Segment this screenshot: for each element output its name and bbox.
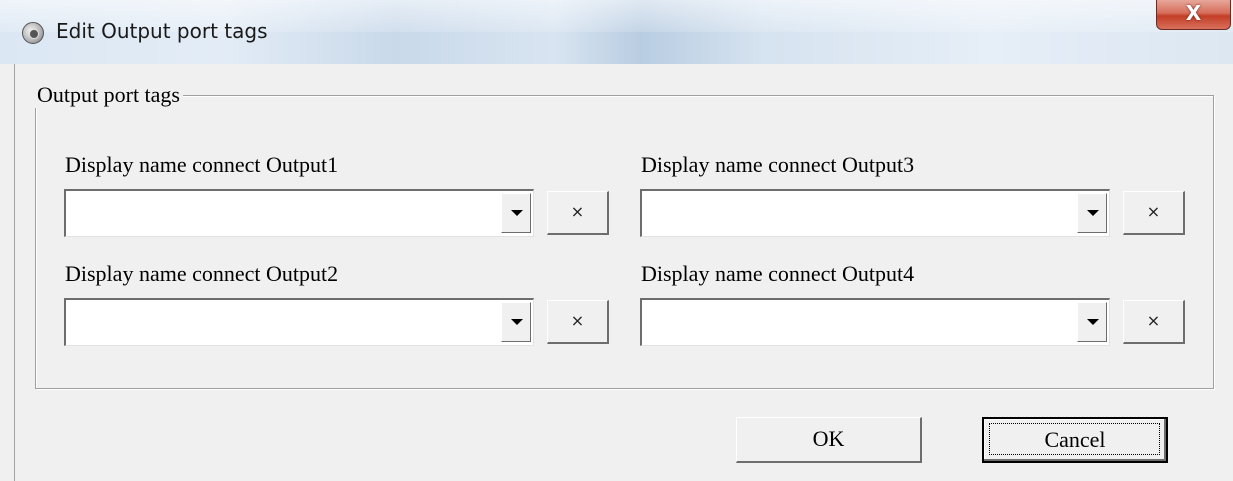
window-title: Edit Output port tags: [56, 19, 268, 43]
ok-button-label: OK: [812, 426, 845, 451]
edit-output-port-tags-dialog: Edit Output port tags X Output port tags…: [0, 0, 1233, 481]
output4-clear-button[interactable]: ×: [1123, 300, 1185, 344]
cancel-button[interactable]: Cancel: [982, 417, 1168, 463]
cancel-button-label: Cancel: [1044, 427, 1106, 452]
chevron-down-icon[interactable]: [501, 302, 531, 342]
output1-clear-button[interactable]: ×: [547, 191, 609, 235]
output1-combobox[interactable]: [64, 189, 534, 237]
output3-label: Display name connect Output3: [641, 152, 915, 177]
chevron-down-icon[interactable]: [501, 193, 531, 233]
output3-clear-button[interactable]: ×: [1123, 191, 1185, 235]
close-button[interactable]: X: [1156, 0, 1231, 30]
app-gear-icon: [22, 22, 44, 44]
output2-combobox[interactable]: [64, 298, 534, 346]
output4-combobox[interactable]: [640, 298, 1110, 346]
ok-button[interactable]: OK: [736, 417, 922, 463]
output1-label: Display name connect Output1: [65, 152, 339, 177]
output2-clear-button[interactable]: ×: [547, 300, 609, 344]
title-bar[interactable]: Edit Output port tags X: [0, 0, 1233, 64]
chevron-down-icon[interactable]: [1077, 302, 1107, 342]
output4-label: Display name connect Output4: [641, 261, 915, 286]
output2-label: Display name connect Output2: [65, 261, 339, 286]
chevron-down-icon[interactable]: [1077, 193, 1107, 233]
group-label: Output port tags: [34, 82, 183, 108]
output3-combobox[interactable]: [640, 189, 1110, 237]
dialog-client-area: Output port tags Display name connect Ou…: [14, 64, 1233, 481]
